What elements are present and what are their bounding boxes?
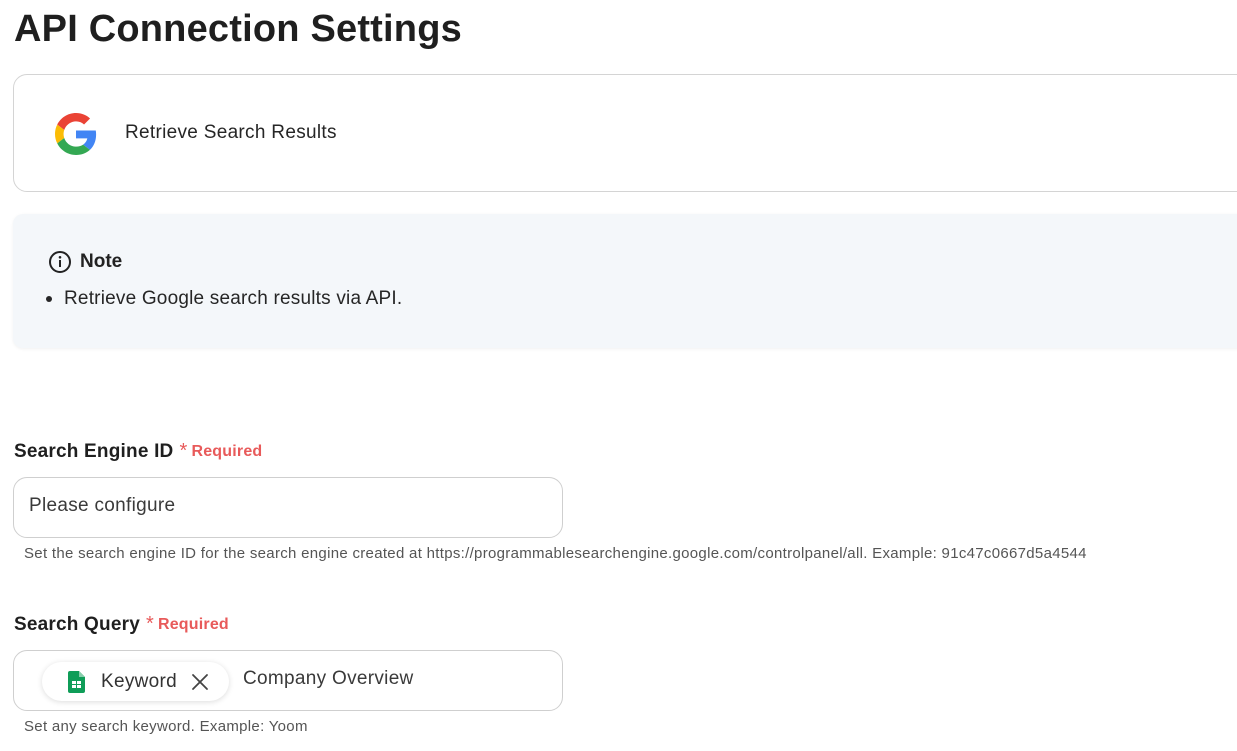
note-box: Note Retrieve Google search results via … — [13, 214, 1237, 348]
sheets-icon — [68, 670, 85, 693]
keyword-chip[interactable]: Keyword — [42, 662, 229, 701]
search-query-value: Company Overview — [243, 668, 414, 689]
note-list-item: Retrieve Google search results via API. — [46, 288, 402, 310]
search-query-input[interactable]: Keyword Company Overview — [13, 650, 563, 711]
required-text: Required — [191, 442, 263, 460]
required-asterisk-icon: * — [145, 613, 154, 635]
required-asterisk-icon: * — [179, 440, 188, 462]
bullet-icon — [46, 296, 52, 302]
note-item-text: Retrieve Google search results via API. — [64, 288, 403, 309]
action-label: Retrieve Search Results — [125, 122, 337, 143]
page-title: API Connection Settings — [14, 8, 462, 50]
search-engine-id-value: Please configure — [29, 495, 176, 516]
required-text: Required — [157, 615, 229, 633]
search-query-help: Set any search keyword. Example: Yoom — [24, 718, 308, 735]
note-title: Note — [80, 251, 123, 272]
close-icon[interactable] — [191, 673, 209, 691]
search-query-label: Search Query * Required — [14, 613, 229, 636]
action-card[interactable]: Retrieve Search Results — [13, 74, 1237, 192]
field-label-text: Search Query — [14, 613, 140, 635]
info-icon — [49, 251, 71, 273]
search-engine-id-help: Set the search engine ID for the search … — [24, 545, 1087, 562]
note-header: Note — [48, 250, 122, 274]
chip-label: Keyword — [101, 670, 178, 692]
google-icon — [55, 113, 97, 155]
search-engine-id-label: Search Engine ID * Required — [14, 440, 262, 463]
search-engine-id-input[interactable]: Please configure — [13, 477, 563, 538]
field-label-text: Search Engine ID — [14, 440, 174, 462]
